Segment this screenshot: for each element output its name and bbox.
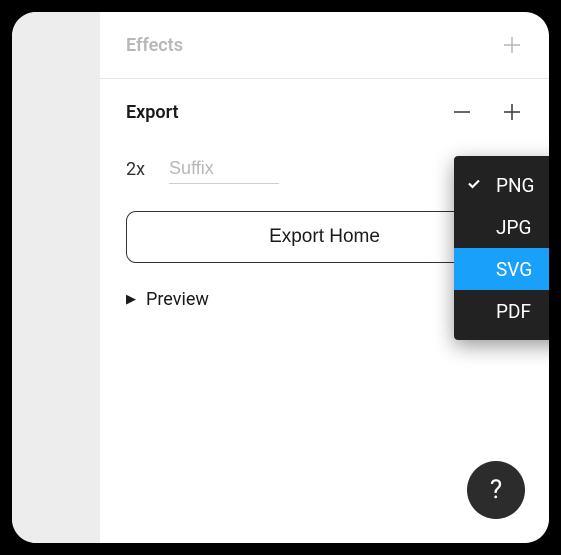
format-dropdown: PNG JPG SVG PDF	[454, 156, 549, 340]
export-title: Export	[126, 102, 179, 123]
effects-header: Effects	[126, 12, 523, 78]
help-icon: ?	[490, 475, 502, 505]
dropdown-item-label: PDF	[496, 300, 531, 323]
dropdown-item-jpg[interactable]: JPG	[454, 206, 549, 248]
dropdown-item-svg[interactable]: SVG	[454, 248, 549, 290]
dropdown-item-png[interactable]: PNG	[454, 164, 549, 206]
dropdown-item-label: SVG	[496, 258, 532, 281]
disclosure-triangle-icon: ▶	[126, 292, 136, 307]
plus-icon	[502, 102, 522, 122]
export-header: Export	[100, 79, 549, 145]
dropdown-item-label: JPG	[496, 216, 531, 239]
remove-export-button[interactable]	[451, 101, 473, 123]
dropdown-item-pdf[interactable]: PDF	[454, 290, 549, 332]
export-scale[interactable]: 2x	[126, 159, 145, 180]
effects-actions	[501, 34, 523, 56]
minus-icon	[452, 102, 472, 122]
effects-section: Effects	[100, 12, 549, 79]
help-button[interactable]: ?	[467, 461, 525, 519]
dropdown-item-label: PNG	[496, 174, 534, 197]
left-sidebar	[12, 12, 100, 543]
check-icon	[466, 174, 482, 197]
add-effect-button[interactable]	[501, 34, 523, 56]
export-suffix-input[interactable]	[169, 154, 279, 184]
right-panel: Effects Export	[100, 12, 549, 543]
properties-panel-window: Effects Export	[12, 12, 549, 543]
plus-icon	[502, 35, 522, 55]
add-export-button[interactable]	[501, 101, 523, 123]
export-actions	[451, 101, 523, 123]
preview-label: Preview	[146, 289, 209, 310]
effects-title: Effects	[126, 35, 183, 56]
